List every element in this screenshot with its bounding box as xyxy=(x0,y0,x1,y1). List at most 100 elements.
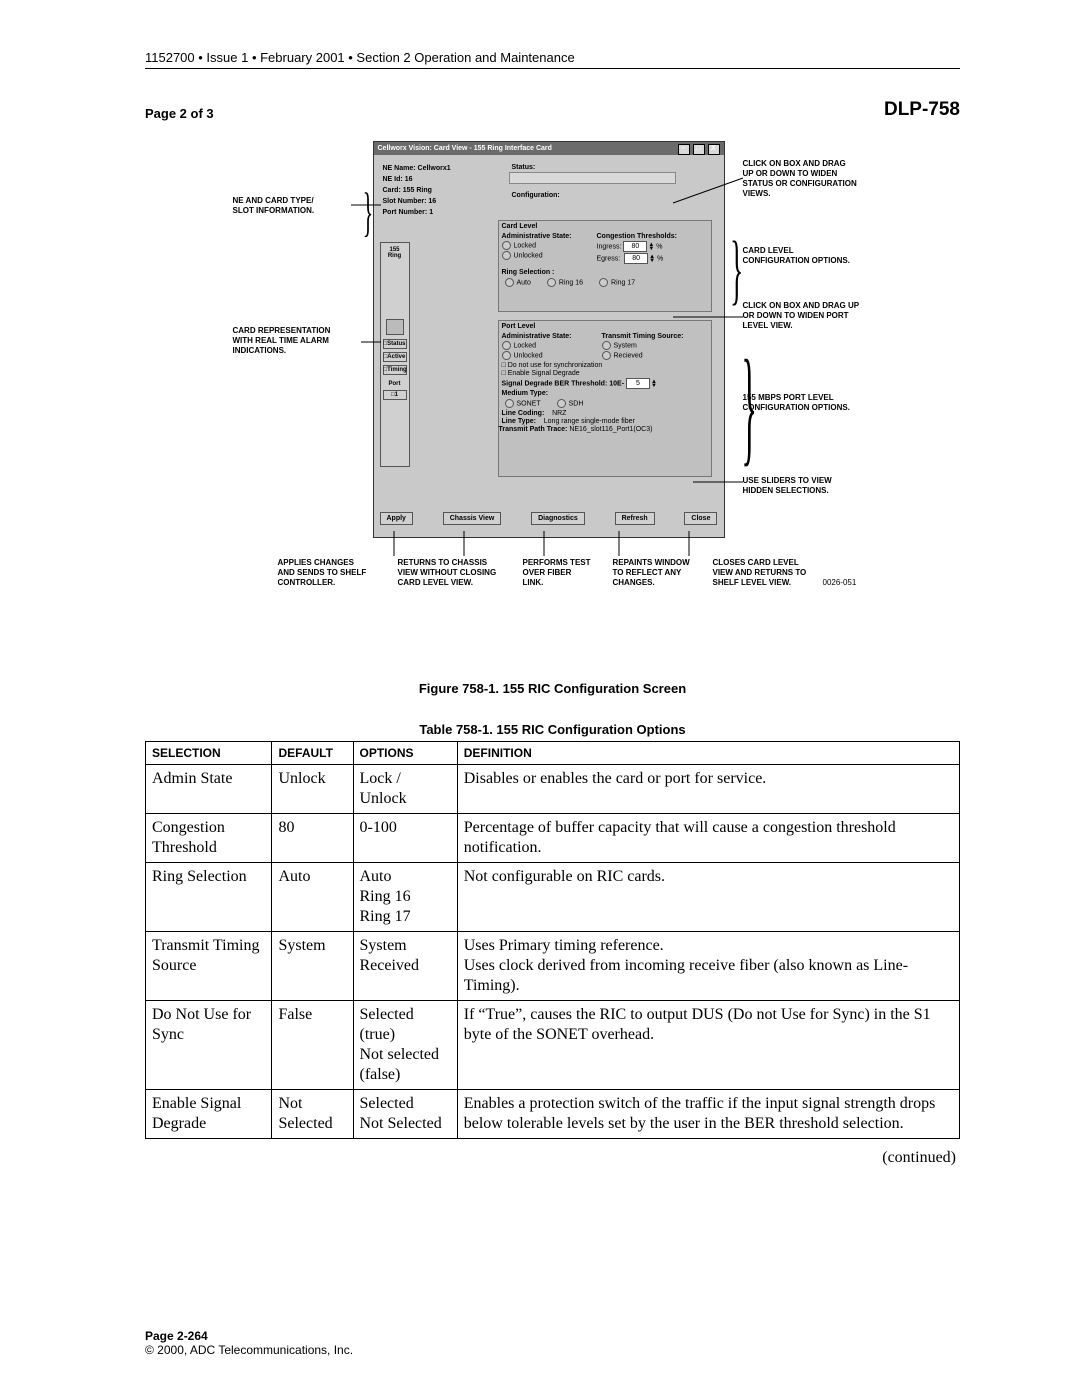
pl-sdber-label: Signal Degrade BER Threshold: 10E- xyxy=(502,380,625,387)
maximize-icon[interactable]: □ xyxy=(693,144,705,155)
footer-copy: © 2000, ADC Telecommunications, Inc. xyxy=(145,1343,353,1357)
table-row: Do Not Use for SyncFalseSelected (true) … xyxy=(146,1001,960,1090)
pl-radio-unlocked[interactable]: Unlocked xyxy=(502,351,596,360)
th-default: DEFAULT xyxy=(272,742,353,765)
cardrep-title: 155 Ring xyxy=(381,247,409,259)
figure-caption: Figure 758-1. 155 RIC Configuration Scre… xyxy=(145,681,960,696)
table-caption: Table 758-1. 155 RIC Configuration Optio… xyxy=(145,722,960,737)
cardrep-port1: □1 xyxy=(383,390,407,400)
port-level-panel: Port Level Administrative State: Locked … xyxy=(498,320,712,477)
pl-tts-system[interactable]: System xyxy=(602,341,708,350)
cl-egress-stepper[interactable]: 80 xyxy=(624,253,648,264)
fcall-apply: APPLIES CHANGES AND SENDS TO SHELF CONTR… xyxy=(278,558,388,588)
ne-info-block: NE Name: Cellworx1 NE Id: 16 Card: 155 R… xyxy=(380,161,501,220)
pl-dns-checkbox[interactable]: □ Do not use for synchronization xyxy=(502,362,708,369)
cl-ingress-stepper[interactable]: 80 xyxy=(623,241,647,252)
cl-radio-unlocked[interactable]: Unlocked xyxy=(502,251,591,260)
pl-lc-val: NRZ xyxy=(552,410,566,417)
cl-ring-17[interactable]: Ring 17 xyxy=(599,278,635,287)
table-row: Admin StateUnlockLock / UnlockDisables o… xyxy=(146,765,960,814)
table-cell: Unlock xyxy=(272,765,353,814)
pl-medium-sonet[interactable]: SONET xyxy=(505,399,541,408)
cardrep-chip-icon xyxy=(386,319,404,335)
cl-ring-16[interactable]: Ring 16 xyxy=(547,278,583,287)
th-selection: SELECTION xyxy=(146,742,272,765)
ne-name-label: NE Name: xyxy=(383,165,416,172)
cardrep-active: □Active xyxy=(383,352,407,362)
pl-esd-checkbox[interactable]: □ Enable Signal Degrade xyxy=(502,370,708,377)
callout-card-rep: CARD REPRESENTATION WITH REAL TIME ALARM… xyxy=(233,326,363,356)
callout-sliders: USE SLIDERS TO VIEW HIDDEN SELECTIONS. xyxy=(743,476,873,496)
diagnostics-button[interactable]: Diagnostics xyxy=(531,512,585,525)
ne-card-label: Card: xyxy=(383,187,401,194)
table-row: Enable Signal DegradeNot SelectedSelecte… xyxy=(146,1090,960,1139)
ne-port-label: Port Number: xyxy=(383,209,428,216)
pl-sdber-stepper[interactable]: 5 xyxy=(626,378,650,389)
table-cell: Lock / Unlock xyxy=(353,765,457,814)
table-row: Transmit Timing SourceSystemSystem Recei… xyxy=(146,932,960,1001)
fcall-refresh: REPAINTS WINDOW TO REFLECT ANY CHANGES. xyxy=(613,558,708,588)
table-cell: Uses Primary timing reference. Uses cloc… xyxy=(457,932,959,1001)
table-cell: Selected (true) Not selected (false) xyxy=(353,1001,457,1090)
pl-radio-locked[interactable]: Locked xyxy=(502,341,596,350)
cl-cong-label: Congestion Thresholds: xyxy=(597,233,678,240)
cl-adm-label: Administrative State: xyxy=(502,233,572,240)
ne-slot: 16 xyxy=(428,198,436,205)
page-footer: Page 2-264 © 2000, ADC Telecommunication… xyxy=(145,1329,353,1357)
apply-button[interactable]: Apply xyxy=(380,512,413,525)
header-rule xyxy=(145,68,960,69)
chassis-view-button[interactable]: Chassis View xyxy=(443,512,502,525)
pl-lc-label: Line Coding: xyxy=(502,410,545,417)
status-label: Status: xyxy=(512,164,536,171)
title-row: Page 2 of 3 DLP-758 xyxy=(145,99,960,121)
table-cell: Do Not Use for Sync xyxy=(146,1001,272,1090)
close-icon[interactable]: X xyxy=(708,144,720,155)
options-table: SELECTION DEFAULT OPTIONS DEFINITION Adm… xyxy=(145,741,960,1139)
table-cell: Disables or enables the card or port for… xyxy=(457,765,959,814)
fcall-close: CLOSES CARD LEVEL VIEW AND RETURNS TO SH… xyxy=(713,558,833,588)
refresh-button[interactable]: Refresh xyxy=(615,512,655,525)
config-label: Configuration: xyxy=(512,192,560,199)
callout-ne-info: NE AND CARD TYPE/ SLOT INFORMATION. xyxy=(233,196,353,216)
table-cell: Transmit Timing Source xyxy=(146,932,272,1001)
callout-drag-status: CLICK ON BOX AND DRAG UP OR DOWN TO WIDE… xyxy=(743,159,873,199)
page-of: Page 2 of 3 xyxy=(145,106,214,121)
ne-port: 1 xyxy=(429,209,433,216)
pl-medium-sdh[interactable]: SDH xyxy=(557,399,584,408)
cl-ringsel-label: Ring Selection : xyxy=(502,269,555,276)
table-cell: Selected Not Selected xyxy=(353,1090,457,1139)
ne-slot-label: Slot Number: xyxy=(383,198,427,205)
pl-adm-label: Administrative State: xyxy=(502,333,572,340)
pl-tts-received[interactable]: Recieved xyxy=(602,351,708,360)
callout-card-level: CARD LEVEL CONFIGURATION OPTIONS. xyxy=(743,246,873,266)
continued-label: (continued) xyxy=(145,1149,956,1167)
fcall-chassis: RETURNS TO CHASSIS VIEW WITHOUT CLOSING … xyxy=(398,558,518,588)
port-level-title: Port Level xyxy=(502,323,708,330)
table-cell: 0-100 xyxy=(353,814,457,863)
ric-config-window: Cellworx Vision: Card View - 155 Ring In… xyxy=(373,141,725,538)
table-cell: Auto Ring 16 Ring 17 xyxy=(353,863,457,932)
cl-ring-auto[interactable]: Auto xyxy=(505,278,531,287)
table-row: Congestion Threshold800-100Percentage of… xyxy=(146,814,960,863)
figure-container: Cellworx Vision: Card View - 155 Ring In… xyxy=(233,141,873,651)
cardrep-status: □Status xyxy=(383,339,407,349)
th-definition: DEFINITION xyxy=(457,742,959,765)
cl-egress-label: Egress: xyxy=(597,255,621,262)
cl-radio-locked[interactable]: Locked xyxy=(502,241,591,250)
table-cell: If “True”, causes the RIC to output DUS … xyxy=(457,1001,959,1090)
card-level-panel: Card Level Administrative State: Locked … xyxy=(498,220,712,312)
minimize-icon[interactable]: – xyxy=(678,144,690,155)
ne-card: 155 Ring xyxy=(403,187,432,194)
table-row: Ring SelectionAutoAuto Ring 16 Ring 17No… xyxy=(146,863,960,932)
table-cell: False xyxy=(272,1001,353,1090)
cardrep-timing: □Timing xyxy=(383,365,407,375)
button-bar: Apply Chassis View Diagnostics Refresh C… xyxy=(380,512,718,525)
window-controls: – □ X xyxy=(677,142,720,155)
table-cell: Admin State xyxy=(146,765,272,814)
close-button[interactable]: Close xyxy=(684,512,717,525)
table-cell: Ring Selection xyxy=(146,863,272,932)
table-cell: 80 xyxy=(272,814,353,863)
callout-drag-port: CLICK ON BOX AND DRAG UP OR DOWN TO WIDE… xyxy=(743,301,883,331)
ne-id: 16 xyxy=(405,176,413,183)
card-level-title: Card Level xyxy=(502,223,708,230)
